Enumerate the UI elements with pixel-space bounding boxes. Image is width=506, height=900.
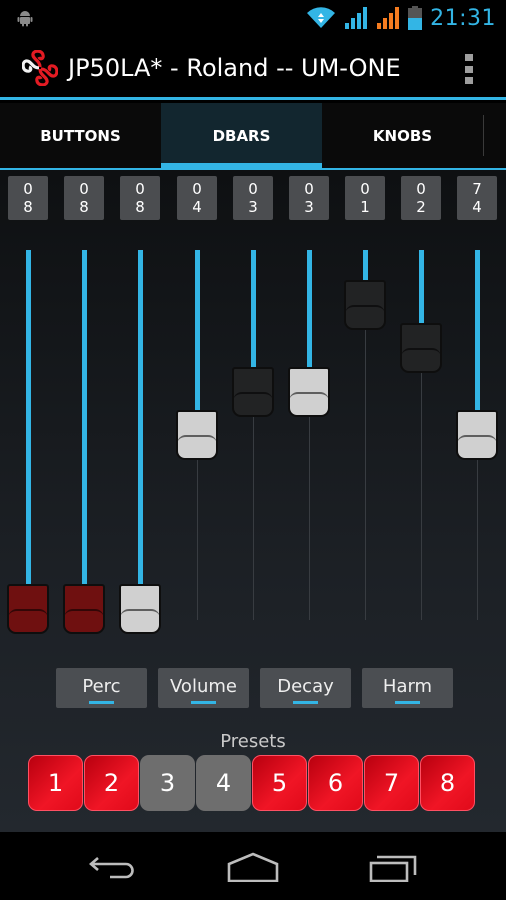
preset-button-6[interactable]: 6 <box>308 755 363 811</box>
drawbar-value-box[interactable]: 04 <box>177 176 217 220</box>
preset-button-1[interactable]: 1 <box>28 755 83 811</box>
tab-buttons[interactable]: BUTTONS <box>0 103 161 168</box>
drawbar-handle[interactable] <box>288 366 330 417</box>
status-bar: 21:31 <box>0 0 506 36</box>
navigation-bar <box>0 832 506 900</box>
harm-indicator <box>395 701 420 704</box>
tab-dbars[interactable]: DBARS <box>161 103 322 170</box>
drawbar-fill <box>195 250 200 410</box>
perc-button-label: Perc <box>82 675 121 697</box>
drawbar-value-box[interactable]: 03 <box>233 176 273 220</box>
harm-button[interactable]: Harm <box>362 668 453 708</box>
decay-indicator <box>293 701 318 704</box>
tab-bar: BUTTONS DBARS KNOBS <box>0 103 506 170</box>
drawbar-value-bottom: 4 <box>472 198 482 216</box>
drawbar-value-box[interactable]: 08 <box>120 176 160 220</box>
drawbar-fill <box>307 250 312 367</box>
drawbar-value-top: 0 <box>23 180 33 198</box>
volume-button[interactable]: Volume <box>158 668 249 708</box>
drawbar-value-box[interactable]: 03 <box>289 176 329 220</box>
drawbar-value-box[interactable]: 08 <box>8 176 48 220</box>
drawbar-value-bottom: 3 <box>304 198 314 216</box>
decay-button[interactable]: Decay <box>260 668 351 708</box>
drawbar-handle[interactable] <box>232 366 274 417</box>
preset-button-5[interactable]: 5 <box>252 755 307 811</box>
signal-orange-icon <box>377 7 400 29</box>
drawbar-handle[interactable] <box>119 584 161 634</box>
drawbar-handle[interactable] <box>7 584 49 634</box>
drawbar-fill <box>363 250 368 280</box>
drawbar-value-top: 0 <box>360 180 370 198</box>
battery-icon <box>408 6 423 30</box>
drawbar-value-top: 7 <box>472 180 482 198</box>
preset-button-7[interactable]: 7 <box>364 755 419 811</box>
drawbar-value-top: 0 <box>192 180 202 198</box>
action-bar: JP50LA* - Roland -- UM-ONE <box>0 36 506 100</box>
tab-knobs[interactable]: KNOBS <box>322 103 483 168</box>
drawbar-fill <box>138 250 143 584</box>
home-icon[interactable] <box>223 852 283 882</box>
decay-button-label: Decay <box>277 675 334 697</box>
app-title: JP50LA* - Roland -- UM-ONE <box>68 54 401 82</box>
drawbar-value-bottom: 3 <box>248 198 258 216</box>
drawbar-value-top: 0 <box>79 180 89 198</box>
drawbar-value-box[interactable]: 08 <box>64 176 104 220</box>
tab-divider <box>483 115 484 156</box>
signal-blue-icon <box>345 7 368 29</box>
drawbar-value-bottom: 8 <box>79 198 89 216</box>
volume-indicator <box>191 701 216 704</box>
drawbar-fill <box>251 250 256 367</box>
drawbar-value-bottom: 8 <box>23 198 33 216</box>
drawbar-value-top: 0 <box>416 180 426 198</box>
presets-label: Presets <box>220 731 286 752</box>
drawbar-handle[interactable] <box>63 584 105 634</box>
drawbar-value-top: 0 <box>135 180 145 198</box>
preset-button-4[interactable]: 4 <box>196 755 251 811</box>
drawbar-handle[interactable] <box>176 410 218 460</box>
recents-icon[interactable] <box>363 852 423 882</box>
drawbar-value-top: 0 <box>304 180 314 198</box>
perc-indicator <box>89 701 114 704</box>
drawbar-handle[interactable] <box>344 279 386 330</box>
drawbar-value-bottom: 2 <box>416 198 426 216</box>
back-icon[interactable] <box>82 852 142 882</box>
preset-buttons: 12345678 <box>28 755 475 811</box>
preset-button-2[interactable]: 2 <box>84 755 139 811</box>
triskelion-logo-icon[interactable] <box>22 50 58 86</box>
drawbar-handle[interactable] <box>400 323 442 373</box>
drawbar-fill <box>475 250 480 410</box>
perc-button[interactable]: Perc <box>56 668 147 708</box>
preset-button-3[interactable]: 3 <box>140 755 195 811</box>
drawbar-value-box[interactable]: 02 <box>401 176 441 220</box>
harm-button-label: Harm <box>382 675 433 697</box>
drawbar-panel: 080808040303010274 Perc Volume Decay Har… <box>0 170 506 832</box>
drawbar-handle[interactable] <box>456 410 498 460</box>
android-icon <box>17 11 33 27</box>
preset-button-8[interactable]: 8 <box>420 755 475 811</box>
drawbar-value-bottom: 8 <box>135 198 145 216</box>
drawbar-fill <box>419 250 424 323</box>
drawbar-value-box[interactable]: 74 <box>457 176 497 220</box>
function-buttons: Perc Volume Decay Harm <box>56 668 453 708</box>
drawbar-value-bottom: 1 <box>360 198 370 216</box>
drawbar-value-box[interactable]: 01 <box>345 176 385 220</box>
wifi-icon <box>307 7 336 28</box>
clock: 21:31 <box>430 5 496 31</box>
volume-button-label: Volume <box>170 675 237 697</box>
drawbar-fill <box>26 250 31 584</box>
drawbar-fill <box>82 250 87 584</box>
drawbar-value-top: 0 <box>248 180 258 198</box>
drawbar-value-bottom: 4 <box>192 198 202 216</box>
overflow-menu-icon[interactable] <box>464 54 474 84</box>
